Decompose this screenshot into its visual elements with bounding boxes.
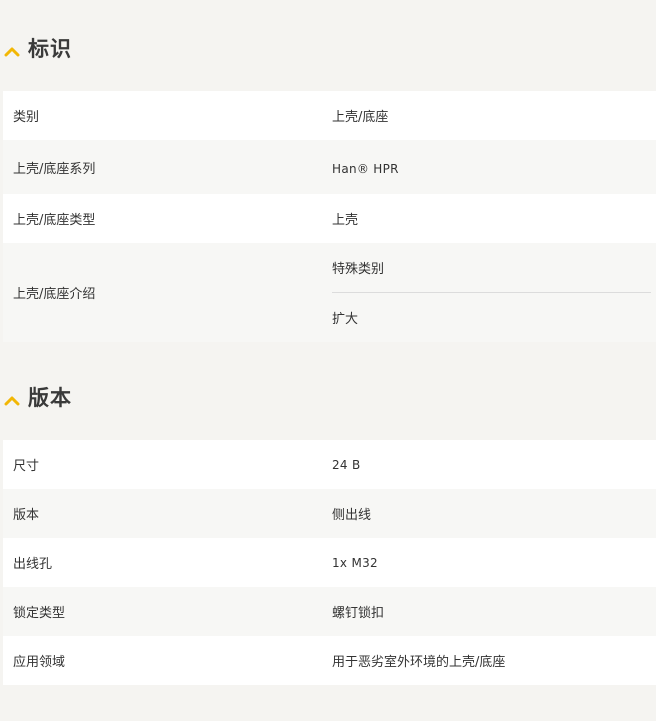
table-row: 应用领域 用于恶劣室外环境的上壳/底座 [3, 636, 656, 685]
spec-table-identification: 类别 上壳/底座 上壳/底座系列 Han® HPR 上壳/底座类型 上壳 上壳/… [3, 91, 656, 342]
chevron-up-icon [4, 391, 20, 406]
row-value: 上壳 [332, 213, 359, 228]
table-row: 版本 侧出线 [3, 489, 656, 538]
row-label: 尺寸 [13, 459, 40, 474]
spec-table-version: 尺寸 24 B 版本 侧出线 出线孔 1x M32 锁定类型 螺钉锁扣 应用领域… [3, 440, 656, 685]
row-value: 特殊类别 [332, 262, 385, 277]
row-value: 侧出线 [332, 508, 372, 523]
table-row: 出线孔 1x M32 [3, 538, 656, 587]
table-row: 上壳/底座类型 上壳 [3, 194, 656, 243]
chevron-up-icon [4, 42, 20, 57]
row-label: 类别 [13, 110, 40, 125]
row-value: 螺钉锁扣 [332, 606, 385, 621]
row-label: 版本 [13, 508, 40, 523]
section-title: 版本 [28, 386, 72, 410]
row-value: 扩大 [332, 312, 359, 327]
section-title: 标识 [28, 37, 72, 61]
row-value: 上壳/底座 [332, 110, 389, 125]
table-row: 类别 上壳/底座 [3, 91, 656, 140]
table-row: 上壳/底座介绍 特殊类别 扩大 [3, 243, 656, 342]
row-value: 1x M32 [332, 555, 378, 570]
row-value: 用于恶劣室外环境的上壳/底座 [332, 655, 506, 670]
table-row: 锁定类型 螺钉锁扣 [3, 587, 656, 636]
row-label: 出线孔 [13, 557, 53, 572]
row-value: 24 B [332, 457, 361, 472]
row-label: 上壳/底座系列 [13, 161, 96, 177]
table-row: 尺寸 24 B [3, 440, 656, 489]
section-header-version[interactable]: 版本 [0, 377, 72, 417]
section-header-identification[interactable]: 标识 [0, 28, 72, 68]
row-label: 锁定类型 [13, 606, 66, 621]
row-label: 上壳/底座类型 [13, 213, 96, 228]
row-label: 应用领域 [13, 655, 66, 670]
row-label: 上壳/底座介绍 [13, 287, 96, 302]
row-value: Han® HPR [332, 162, 399, 176]
table-row: 上壳/底座系列 Han® HPR [3, 140, 656, 194]
